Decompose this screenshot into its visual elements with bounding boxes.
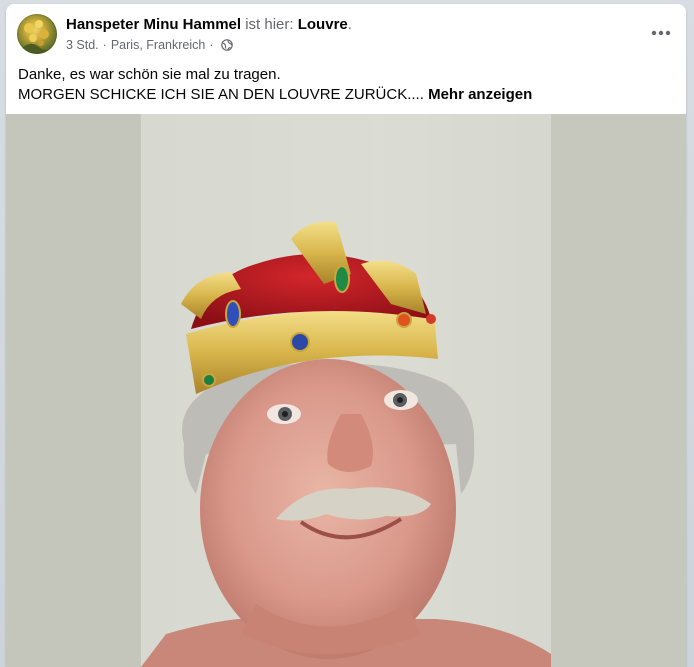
- location-suffix: .: [347, 16, 352, 33]
- post-header: Hanspeter Minu Hammel ist hier: Louvre. …: [6, 4, 686, 60]
- globe-icon[interactable]: [220, 39, 233, 51]
- more-horizontal-icon: [651, 30, 671, 36]
- feed-background: Hanspeter Minu Hammel ist hier: Louvre. …: [0, 0, 694, 667]
- avatar-image: [22, 20, 55, 54]
- post-timestamp[interactable]: 3 Std.: [66, 38, 99, 52]
- see-more-link[interactable]: Mehr anzeigen: [428, 86, 532, 103]
- avatar[interactable]: [17, 14, 57, 54]
- post-text-line-2: MORGEN SCHICKE ICH SIE AN DEN LOUVRE ZUR…: [18, 85, 674, 105]
- post-meta: 3 Std. · Paris, Frankreich ·: [66, 38, 233, 52]
- post-text: Danke, es war schön sie mal zu tragen. M…: [18, 65, 674, 105]
- post-text-line-2-body: MORGEN SCHICKE ICH SIE AN DEN LOUVRE ZUR…: [18, 86, 424, 103]
- post-photo[interactable]: [6, 114, 686, 667]
- author-name[interactable]: Hanspeter Minu Hammel: [66, 16, 241, 33]
- meta-separator: ·: [209, 38, 214, 52]
- author-line: Hanspeter Minu Hammel ist hier: Louvre.: [66, 16, 352, 33]
- location-prefix: ist hier:: [245, 16, 298, 33]
- post-place[interactable]: Paris, Frankreich: [111, 38, 205, 52]
- more-options-button[interactable]: [646, 18, 676, 48]
- meta-separator: ·: [102, 38, 107, 52]
- post-text-line-1: Danke, es war schön sie mal zu tragen.: [18, 66, 281, 83]
- post-card: Hanspeter Minu Hammel ist hier: Louvre. …: [6, 4, 686, 667]
- photo-image: [6, 114, 686, 667]
- location-link[interactable]: Louvre: [298, 16, 348, 33]
